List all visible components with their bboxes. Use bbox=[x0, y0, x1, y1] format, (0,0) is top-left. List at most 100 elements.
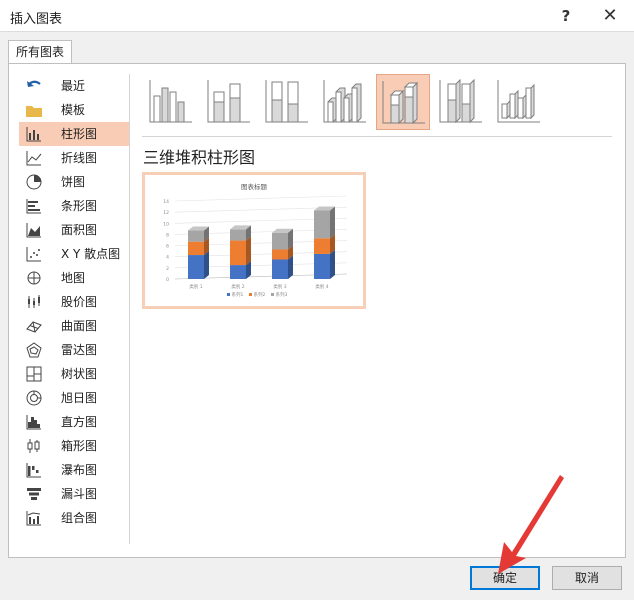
selected-chart-name: 三维堆积柱形图 bbox=[143, 148, 256, 167]
chart-preview: 图表标题 0 2 4 6 8 10 12 14 类别 1 类别 2 类别 3 类别 4 系列1 系列2 系列3 bbox=[142, 172, 366, 309]
sidebar-item-undo-arrow[interactable]: 最近 bbox=[19, 74, 129, 98]
3d-percent-stacked-column-icon[interactable] bbox=[434, 74, 488, 130]
title-bar: 插入图表 ? ✕ bbox=[0, 0, 634, 32]
stock-chart-icon bbox=[25, 293, 43, 311]
sidebar-item-label: 地图 bbox=[61, 271, 86, 285]
sidebar-item-surface-chart[interactable]: 曲面图 bbox=[19, 314, 129, 338]
y-tick-label: 0 bbox=[166, 277, 169, 283]
gridline bbox=[174, 195, 348, 202]
legend-label: 系列2 bbox=[254, 291, 266, 298]
sidebar-item-label: 直方图 bbox=[61, 415, 98, 429]
waterfall-chart-icon bbox=[25, 461, 43, 479]
y-tick-label: 12 bbox=[163, 210, 169, 216]
bar-segment bbox=[230, 265, 246, 279]
sidebar-item-label: 股价图 bbox=[61, 295, 98, 309]
bar-side bbox=[246, 236, 251, 266]
sidebar-item-label: 箱形图 bbox=[61, 439, 98, 453]
sidebar-item-histogram-chart[interactable]: 直方图 bbox=[19, 410, 129, 434]
sidebar-item-map-chart[interactable]: 地图 bbox=[19, 266, 129, 290]
bar-segment bbox=[272, 259, 288, 279]
bar-segment bbox=[230, 229, 246, 241]
legend-label: 系列3 bbox=[276, 291, 288, 298]
stacked-column-icon[interactable] bbox=[202, 74, 256, 130]
sidebar-item-label: 折线图 bbox=[61, 151, 98, 165]
scatter-chart-icon bbox=[25, 245, 43, 263]
folder-icon bbox=[25, 101, 43, 119]
bar-segment bbox=[314, 210, 330, 239]
x-tick-label: 类别 1 bbox=[189, 283, 202, 290]
sidebar-item-folder[interactable]: 模板 bbox=[19, 98, 129, 122]
column-chart-icon bbox=[25, 125, 43, 143]
sidebar-item-label: 曲面图 bbox=[61, 319, 98, 333]
help-button[interactable]: ? bbox=[552, 4, 580, 28]
legend-label: 系列1 bbox=[232, 291, 244, 298]
bar-segment bbox=[314, 253, 330, 279]
3d-stacked-column-icon[interactable] bbox=[376, 74, 430, 130]
map-chart-icon bbox=[25, 269, 43, 287]
bar-side bbox=[288, 255, 293, 279]
3d-clustered-column-icon[interactable] bbox=[318, 74, 372, 130]
treemap-chart-icon bbox=[25, 365, 43, 383]
sidebar-item-label: 瀑布图 bbox=[61, 463, 98, 477]
legend-swatch bbox=[227, 293, 230, 296]
chart-panel: 最近模板柱形图折线图饼图条形图面积图 X Y 散点图地图股价图曲面图雷达图树状图旭… bbox=[8, 63, 626, 558]
sidebar-item-label: 组合图 bbox=[61, 511, 98, 525]
sidebar-item-stock-chart[interactable]: 股价图 bbox=[19, 290, 129, 314]
sidebar-item-label: 漏斗图 bbox=[61, 487, 98, 501]
sidebar-item-label: 旭日图 bbox=[61, 391, 98, 405]
legend-swatch bbox=[249, 293, 252, 296]
sidebar-item-combo-chart[interactable]: 组合图 bbox=[19, 506, 129, 530]
sidebar-item-funnel-chart[interactable]: 漏斗图 bbox=[19, 482, 129, 506]
pie-chart-icon bbox=[25, 173, 43, 191]
bar-side bbox=[330, 206, 335, 239]
undo-arrow-icon bbox=[25, 77, 43, 95]
radar-chart-icon bbox=[25, 341, 43, 359]
sidebar-item-bar-chart[interactable]: 条形图 bbox=[19, 194, 129, 218]
sidebar-item-pie-chart[interactable]: 饼图 bbox=[19, 170, 129, 194]
chart-subtype-gallery bbox=[142, 72, 612, 134]
sidebar-item-label: 饼图 bbox=[61, 175, 86, 189]
x-tick-label: 类别 4 bbox=[315, 283, 328, 290]
bar-segment bbox=[188, 230, 204, 242]
close-button[interactable]: ✕ bbox=[596, 4, 624, 28]
bar-side bbox=[204, 251, 209, 279]
y-tick-label: 14 bbox=[163, 199, 169, 205]
y-tick-label: 2 bbox=[166, 266, 169, 272]
bar-segment bbox=[188, 255, 204, 279]
bar-segment bbox=[188, 241, 204, 256]
bar-segment bbox=[230, 240, 246, 266]
sidebar-item-label: 树状图 bbox=[61, 367, 98, 381]
percent-stacked-column-icon[interactable] bbox=[260, 74, 314, 130]
bar-side bbox=[330, 249, 335, 279]
sidebar-item-radar-chart[interactable]: 雷达图 bbox=[19, 338, 129, 362]
dialog-title: 插入图表 bbox=[10, 12, 63, 27]
y-tick-label: 6 bbox=[166, 244, 169, 250]
sidebar-item-treemap-chart[interactable]: 树状图 bbox=[19, 362, 129, 386]
cancel-button[interactable]: 取消 bbox=[552, 566, 622, 590]
funnel-chart-icon bbox=[25, 485, 43, 503]
chart-category-list: 最近模板柱形图折线图饼图条形图面积图 X Y 散点图地图股价图曲面图雷达图树状图旭… bbox=[19, 74, 129, 530]
sidebar-item-label: 面积图 bbox=[61, 223, 98, 237]
clustered-column-icon[interactable] bbox=[144, 74, 198, 130]
sidebar-item-sunburst-chart[interactable]: 旭日图 bbox=[19, 386, 129, 410]
sidebar-item-area-chart[interactable]: 面积图 bbox=[19, 218, 129, 242]
area-chart-icon bbox=[25, 221, 43, 239]
sidebar-item-label: 最近 bbox=[61, 79, 86, 93]
sidebar-item-label: 雷达图 bbox=[61, 343, 98, 357]
sidebar-item-box-whisker-chart[interactable]: 箱形图 bbox=[19, 434, 129, 458]
sidebar-item-scatter-chart[interactable]: X Y 散点图 bbox=[19, 242, 129, 266]
3d-column-icon[interactable] bbox=[492, 74, 546, 130]
bar-segment bbox=[272, 232, 288, 250]
sidebar-item-waterfall-chart[interactable]: 瀑布图 bbox=[19, 458, 129, 482]
sidebar-item-line-chart[interactable]: 折线图 bbox=[19, 146, 129, 170]
sidebar-item-label: 条形图 bbox=[61, 199, 98, 213]
histogram-chart-icon bbox=[25, 413, 43, 431]
bar-chart-icon bbox=[25, 197, 43, 215]
tab-all-charts[interactable]: 所有图表 bbox=[8, 40, 72, 64]
box-whisker-chart-icon bbox=[25, 437, 43, 455]
sidebar-item-label: 模板 bbox=[61, 103, 86, 117]
gallery-divider bbox=[142, 136, 612, 137]
x-tick-label: 类别 3 bbox=[273, 283, 286, 290]
ok-button[interactable]: 确定 bbox=[470, 566, 540, 590]
sidebar-item-column-chart[interactable]: 柱形图 bbox=[19, 122, 129, 146]
